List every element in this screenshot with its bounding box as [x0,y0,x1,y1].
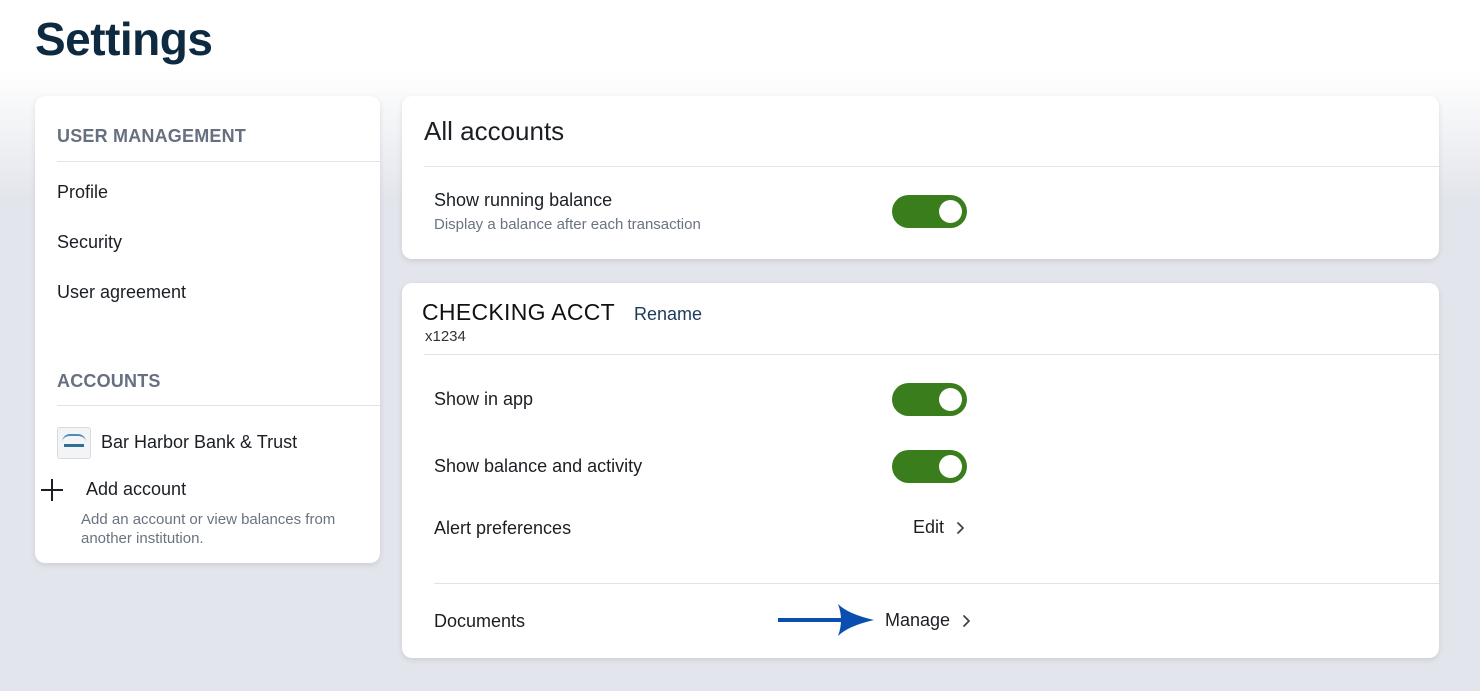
sidebar-item-bank[interactable]: Bar Harbor Bank & Trust [101,432,297,453]
add-account-description: Add an account or view balances from ano… [81,511,336,547]
account-number-mask: x1234 [425,328,466,345]
show-in-app-label: Show in app [434,389,534,409]
page-title: Settings [35,13,213,65]
documents-label: Documents [434,611,526,631]
add-account-button[interactable]: Add account [86,479,186,500]
sidebar-item-user-agreement[interactable]: User agreement [57,282,186,303]
card-divider [424,354,1439,355]
edit-link-label: Edit [913,517,945,537]
chevron-right-icon [963,614,970,627]
running-balance-toggle[interactable] [892,195,967,228]
card-divider [434,583,1439,584]
show-balance-label: Show balance and activity [434,456,643,476]
rename-account-link[interactable]: Rename [634,304,702,325]
show-balance-toggle[interactable] [892,450,967,483]
documents-manage-link[interactable]: Manage [885,610,974,631]
sidebar-item-security[interactable]: Security [57,232,122,253]
accounts-heading: ACCOUNTS [57,371,161,391]
sidebar-divider [57,161,380,162]
arrow-right-icon [778,604,874,636]
show-in-app-toggle[interactable] [892,383,967,416]
running-balance-label: Show running balance [434,190,613,210]
account-name: CHECKING ACCT [422,299,616,325]
sidebar-item-profile[interactable]: Profile [57,182,108,203]
settings-sidebar: USER MANAGEMENT Profile Security User ag… [35,96,380,563]
alert-preferences-label: Alert preferences [434,518,572,538]
bank-logo-icon [57,427,91,459]
plus-icon[interactable] [40,478,64,502]
all-accounts-card: All accounts Show running balance Displa… [402,96,1439,259]
sidebar-divider [57,405,380,406]
checking-account-card: CHECKING ACCT Rename x1234 Show in app S… [402,283,1439,658]
chevron-right-icon [957,521,964,534]
all-accounts-title: All accounts [424,116,565,146]
alert-preferences-edit-link[interactable]: Edit [913,517,968,538]
card-divider [424,166,1439,167]
manage-link-label: Manage [885,610,951,630]
running-balance-description: Display a balance after each transaction [434,216,701,233]
user-management-heading: USER MANAGEMENT [57,126,247,146]
